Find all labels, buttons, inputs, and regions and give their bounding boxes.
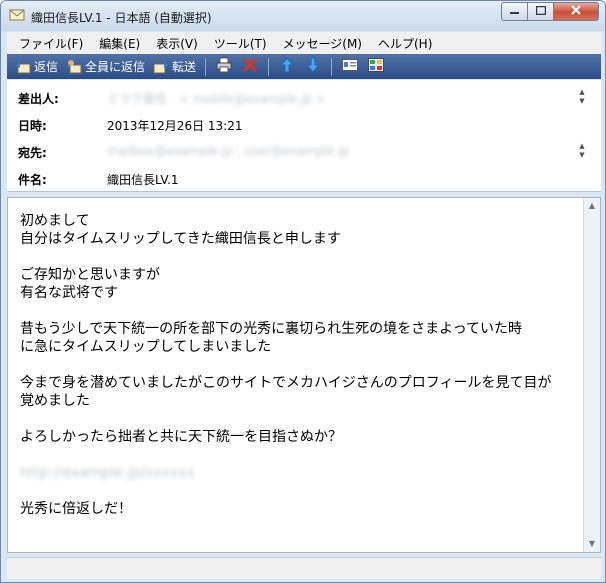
reply-all-button[interactable]: 全員に返信 [62, 56, 149, 78]
subject-row: 件名: 織田信長LV.1 [7, 167, 601, 189]
message-line [20, 446, 575, 464]
message-line: 自分はタイムスリップしてきた織田信長と申します [20, 231, 341, 247]
message-line [20, 356, 575, 374]
message-header: 差出人: ミラク属性 < mobile@example.jp > ▲ ▼ 日時: … [7, 80, 601, 192]
toolbar: 返信 全員に返信 転送 [7, 54, 601, 79]
menu-view[interactable]: 表示(V) [148, 33, 206, 54]
reply-label: 返信 [34, 60, 59, 74]
address-card-icon [342, 58, 359, 75]
maximize-button[interactable] [528, 2, 554, 21]
toolbar-separator [268, 57, 270, 76]
minimize-icon [510, 5, 519, 18]
arrow-down-icon [305, 57, 321, 76]
from-spin-arrows[interactable]: ▲ ▼ [577, 88, 587, 108]
message-text: 初めまして 自分はタイムスリップしてきた織田信長と申します ご存知かと思いますが… [20, 212, 575, 518]
to-spin-arrows[interactable]: ▲ ▼ [577, 142, 587, 162]
to-label: 宛先: [18, 146, 47, 160]
message-line: よろしかったら拙者と共に天下統一を目指さぬか？ [20, 429, 342, 445]
envelope-icon [9, 8, 25, 22]
date-label: 日時: [18, 119, 47, 133]
subject-value: 織田信長LV.1 [107, 173, 179, 187]
printer-icon [216, 57, 232, 76]
message-line: に急にタイムスリップしてしまいました [20, 339, 272, 355]
message-line: 初めまして [20, 213, 90, 229]
message-line [20, 482, 575, 500]
status-bar [7, 557, 601, 579]
forward-label: 転送 [172, 60, 197, 74]
message-line: 有名な武将です [20, 285, 118, 301]
mail-window: 織田信長LV.1 - 日本語 (自動選択) ファイル(F) 編集(E) 表示(V… [0, 0, 606, 583]
vertical-scrollbar[interactable]: ▲ ▼ [583, 198, 600, 552]
menu-file[interactable]: ファイル(F) [11, 33, 91, 54]
reply-button[interactable]: 返信 [11, 56, 62, 78]
print-button[interactable] [213, 56, 235, 78]
subject-label: 件名: [18, 173, 47, 187]
date-value: 2013年12月26日 13:21 [107, 119, 243, 133]
menu-tools[interactable]: ツール(T) [206, 33, 275, 54]
close-icon [571, 4, 581, 19]
message-line [20, 248, 575, 266]
menu-help[interactable]: ヘルプ(H) [370, 33, 440, 54]
scroll-down-arrow-icon[interactable]: ▼ [584, 536, 600, 552]
next-message-button[interactable] [302, 56, 324, 78]
find-grid-icon [368, 58, 385, 75]
delete-button[interactable] [239, 56, 261, 78]
window-title: 織田信長LV.1 - 日本語 (自動選択) [31, 11, 212, 25]
menu-edit[interactable]: 編集(E) [91, 33, 148, 54]
message-link[interactable]: http://example.jp/xxxxxx [20, 464, 575, 482]
forward-icon [153, 59, 169, 75]
message-line: 光秀に倍返しだ！ [20, 501, 132, 517]
from-row: 差出人: ミラク属性 < mobile@example.jp > ▲ ▼ [7, 86, 601, 108]
reply-icon [15, 59, 31, 75]
previous-message-button[interactable] [276, 56, 298, 78]
maximize-icon [535, 5, 546, 18]
minimize-button[interactable] [501, 2, 528, 21]
menu-bar: ファイル(F) 編集(E) 表示(V) ツール(T) メッセージ(M) ヘルプ(… [7, 32, 601, 54]
arrow-up-icon [279, 57, 295, 76]
message-line: 覚めました [20, 393, 90, 409]
message-line: ご存知かと思いますが [20, 267, 160, 283]
toolbar-separator [331, 57, 333, 76]
menu-message[interactable]: メッセージ(M) [275, 33, 370, 54]
from-label: 差出人: [18, 92, 59, 106]
reply-all-label: 全員に返信 [85, 60, 146, 74]
delete-x-icon [242, 57, 258, 76]
close-button[interactable] [554, 2, 599, 21]
date-row: 日時: 2013年12月26日 13:21 [7, 113, 601, 135]
message-line: 昔もう少しで天下統一の所を部下の光秀に裏切られ生死の境をさまよっていた時 [20, 321, 523, 337]
address-book-button[interactable] [339, 56, 361, 78]
message-line [20, 302, 575, 320]
message-line: 今まで身を潜めていましたがこのサイトでメカハイジさんのプロフィールを見て目が [20, 375, 552, 391]
reply-all-icon [66, 59, 82, 75]
to-value[interactable]: mailbox@example.jp ; user@example.jp [107, 144, 349, 158]
find-button[interactable] [365, 56, 387, 78]
forward-button[interactable]: 転送 [149, 56, 200, 78]
toolbar-separator [205, 57, 207, 76]
to-row: 宛先: mailbox@example.jp ; user@example.jp… [7, 140, 601, 162]
from-value[interactable]: ミラク属性 < mobile@example.jp > [107, 90, 326, 107]
scroll-up-arrow-icon[interactable]: ▲ [584, 198, 600, 214]
message-line [20, 410, 575, 428]
title-bar[interactable]: 織田信長LV.1 - 日本語 (自動選択) [1, 1, 605, 31]
message-body[interactable]: 初めまして 自分はタイムスリップしてきた織田信長と申します ご存知かと思いますが… [7, 197, 601, 553]
